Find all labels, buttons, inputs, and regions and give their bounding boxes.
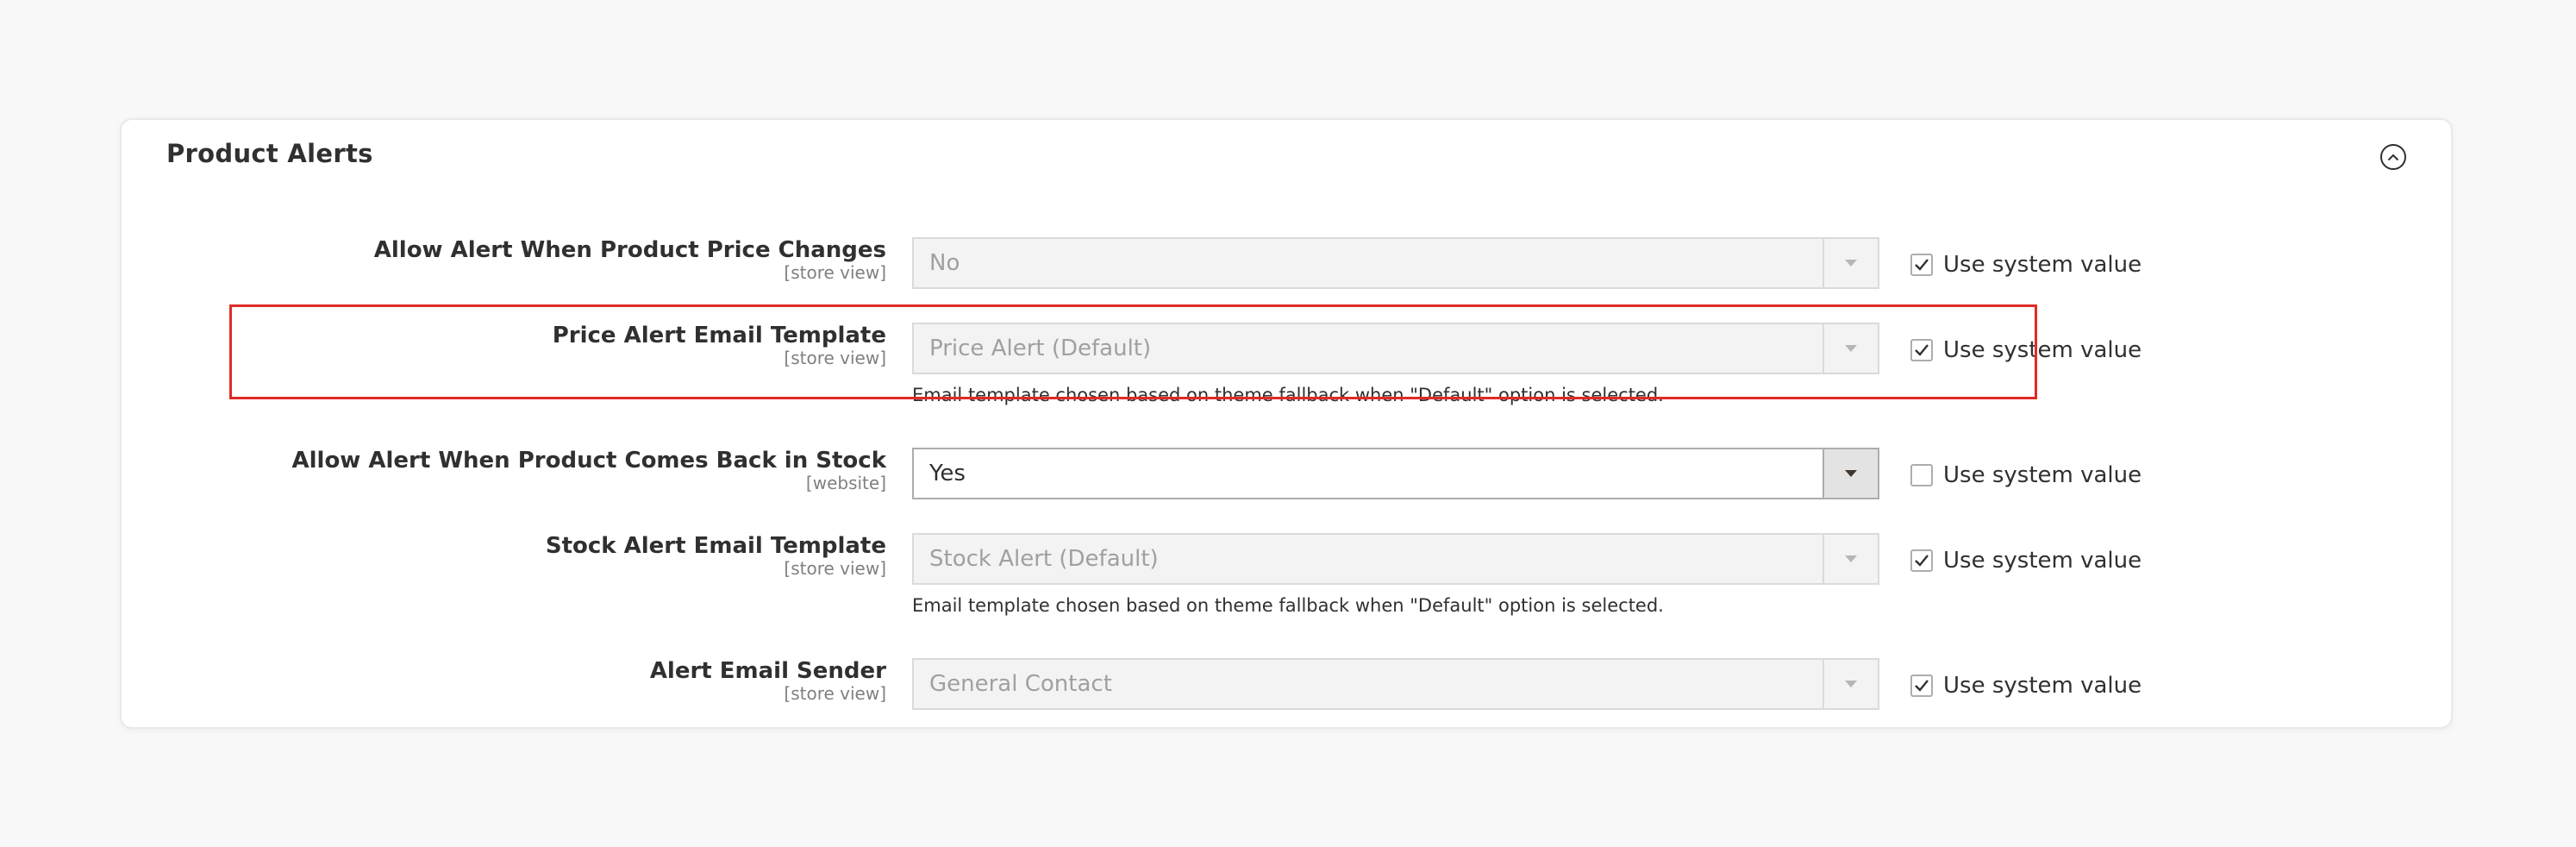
checkmark-icon xyxy=(1915,555,1929,567)
scope-label: [store view] xyxy=(784,262,886,283)
triangle-down-icon xyxy=(1845,681,1857,687)
use-system-value-label: Use system value xyxy=(1943,673,2142,699)
use-system-value-toggle[interactable]: Use system value xyxy=(1910,462,2141,488)
use-system-value-label: Use system value xyxy=(1943,548,2142,574)
dropdown-toggle[interactable] xyxy=(1823,660,1878,708)
use-system-value-label: Use system value xyxy=(1943,252,2142,278)
select-value: No xyxy=(929,250,960,276)
collapse-section-icon[interactable] xyxy=(2380,144,2406,170)
setting-label-group: Allow Alert When Product Comes Back in S… xyxy=(197,448,887,493)
setting-label: Allow Alert When Product Price Changes xyxy=(373,237,886,263)
select-value: Yes xyxy=(929,461,966,486)
use-system-value-checkbox[interactable] xyxy=(1910,254,1933,276)
setting-label-group: Allow Alert When Product Price Changes [… xyxy=(197,237,886,282)
triangle-down-icon xyxy=(1845,260,1857,267)
select-value: Stock Alert (Default) xyxy=(929,546,1159,572)
setting-label-group: Stock Alert Email Template [store view] xyxy=(197,533,886,578)
field-hint: Email template chosen based on theme fal… xyxy=(912,595,1664,616)
checkmark-icon xyxy=(1915,259,1929,271)
dropdown-toggle[interactable] xyxy=(1823,535,1878,583)
checkmark-icon xyxy=(1915,680,1929,692)
panel-title[interactable]: Product Alerts xyxy=(166,139,373,168)
scope-label: [website] xyxy=(805,473,886,493)
setting-label: Alert Email Sender xyxy=(649,658,886,684)
use-system-value-toggle[interactable]: Use system value xyxy=(1910,252,2141,278)
scope-label: [store view] xyxy=(784,558,886,579)
use-system-value-toggle[interactable]: Use system value xyxy=(1910,673,2141,699)
use-system-value-toggle[interactable]: Use system value xyxy=(1910,548,2141,574)
alert-email-sender-select[interactable]: General Contact xyxy=(912,658,1879,710)
product-alerts-panel: Product Alerts Allow Alert When Product … xyxy=(120,118,2453,729)
highlight-frame xyxy=(229,304,2037,399)
chevron-up-icon xyxy=(2387,154,2399,160)
triangle-down-icon xyxy=(1845,470,1857,477)
allow-stock-alert-select[interactable]: Yes xyxy=(912,448,1879,499)
use-system-value-checkbox[interactable] xyxy=(1910,464,1933,486)
use-system-value-checkbox[interactable] xyxy=(1910,549,1933,572)
setting-label-group: Alert Email Sender [store view] xyxy=(197,658,886,703)
scope-label: [store view] xyxy=(784,683,886,704)
select-value: General Contact xyxy=(929,671,1112,697)
use-system-value-checkbox[interactable] xyxy=(1910,674,1933,697)
allow-price-alert-select[interactable]: No xyxy=(912,237,1879,289)
dropdown-toggle[interactable] xyxy=(1823,449,1878,498)
setting-label: Allow Alert When Product Comes Back in S… xyxy=(291,448,887,474)
setting-label: Stock Alert Email Template xyxy=(545,533,886,559)
stock-alert-template-select[interactable]: Stock Alert (Default) xyxy=(912,533,1879,585)
triangle-down-icon xyxy=(1845,555,1857,562)
use-system-value-label: Use system value xyxy=(1943,462,2142,488)
dropdown-toggle[interactable] xyxy=(1823,239,1878,287)
